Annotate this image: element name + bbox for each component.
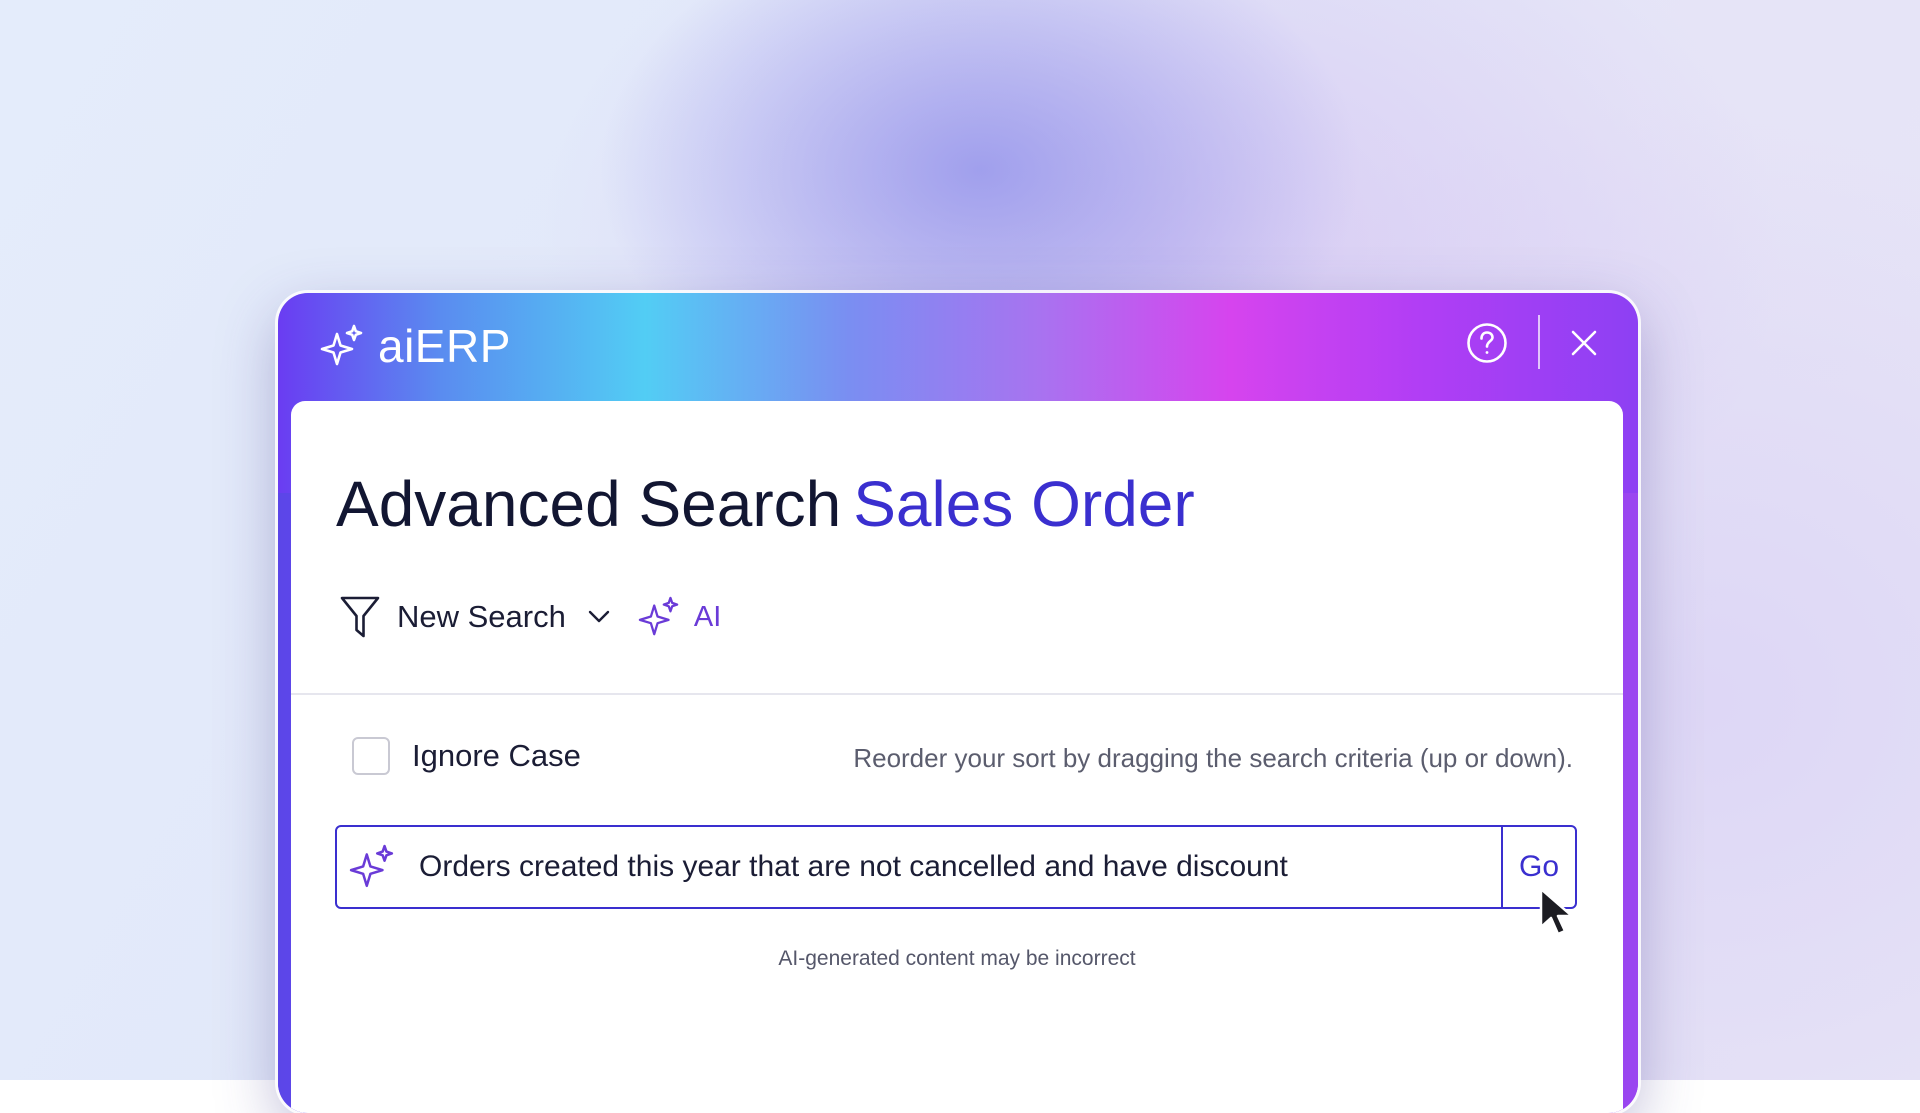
title-bar: aiERP [278, 293, 1638, 401]
help-button[interactable] [1466, 322, 1508, 364]
page-title-entity: Sales Order [853, 468, 1195, 540]
ai-query-input[interactable] [417, 849, 1461, 885]
section-divider [291, 693, 1623, 695]
aierp-dialog: aiERP Advanced Search Sales Order New Se… [278, 293, 1638, 1113]
ignore-case-label: Ignore Case [412, 738, 581, 773]
ignore-case-option[interactable]: Ignore Case [352, 737, 581, 775]
help-circle-icon [1467, 323, 1507, 363]
sparkle-icon [638, 596, 679, 636]
title-divider [1538, 315, 1540, 369]
search-selector-dropdown[interactable]: New Search [339, 594, 610, 640]
close-icon [1571, 330, 1597, 356]
mouse-pointer-icon [1539, 887, 1574, 936]
advanced-search-panel: Advanced Search Sales Order New Search AI [291, 401, 1623, 1113]
ai-search-button[interactable]: AI [638, 596, 721, 638]
page-title: Advanced Search Sales Order [336, 467, 1195, 541]
sparkle-icon [349, 844, 394, 888]
search-selector-label: New Search [397, 599, 566, 634]
app-name: aiERP [378, 320, 511, 372]
brand: aiERP [320, 319, 511, 373]
page-title-main: Advanced Search [336, 468, 842, 540]
ai-search-box: Go [335, 825, 1577, 909]
search-toolbar: New Search AI [339, 591, 721, 643]
filter-icon [340, 596, 380, 638]
ai-disclaimer: AI-generated content may be incorrect [778, 947, 1136, 970]
ai-label: AI [693, 600, 722, 633]
chevron-down-icon [588, 610, 610, 623]
reorder-hint: Reorder your sort by dragging the search… [853, 743, 1573, 773]
ignore-case-checkbox[interactable] [352, 737, 390, 775]
sparkle-icon [320, 324, 364, 368]
close-button[interactable] [1568, 327, 1600, 359]
